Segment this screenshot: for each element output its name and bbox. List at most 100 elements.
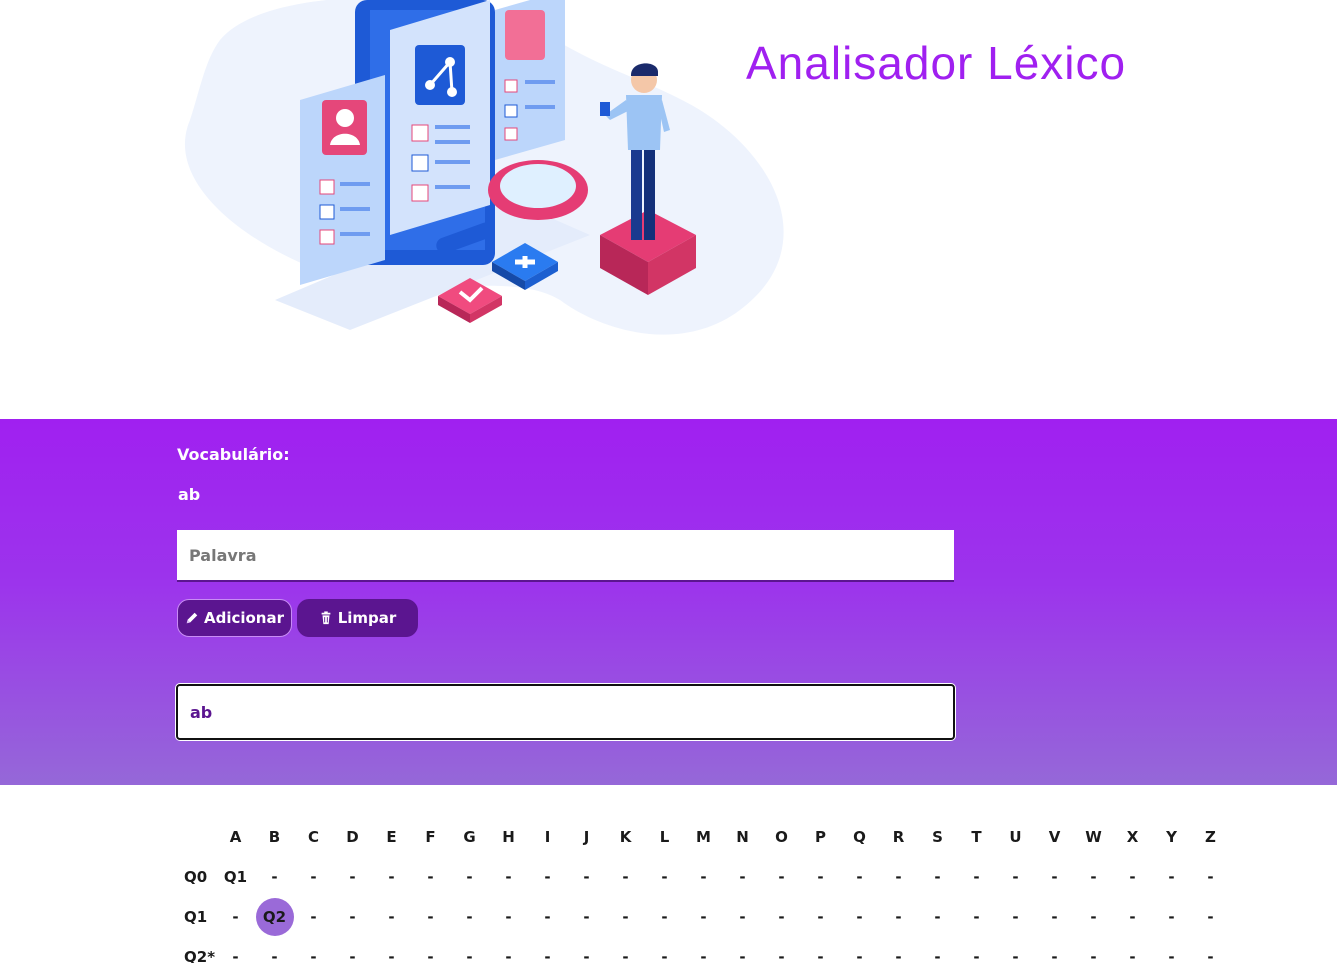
column-header: S <box>932 828 943 846</box>
transition-cell: - <box>739 948 746 963</box>
active-transition-marker: Q2 <box>255 898 294 936</box>
transition-cell: - <box>505 908 512 926</box>
transition-cell: - <box>817 948 824 963</box>
transition-table: A B C D E F G H I J K L M N O P Q R S T U V W X Y Z Q0 Q1 - - - - - - - - -… <box>178 817 1230 963</box>
add-button-label: Adicionar <box>203 609 285 627</box>
transition-cell: - <box>661 948 668 963</box>
column-header: V <box>1048 828 1061 846</box>
transition-cell: - <box>1168 908 1175 926</box>
transition-cell: - <box>427 908 434 926</box>
transition-cell: - <box>622 908 629 926</box>
transition-cell: - <box>388 948 395 963</box>
pencil-icon <box>186 612 198 624</box>
column-header: N <box>736 828 749 846</box>
vocabulary-words: ab <box>178 485 201 504</box>
table-header-row: A B C D E F G H I J K L M N O P Q R S T U V W X Y Z <box>178 817 1230 857</box>
vocabulary-label: Vocabulário: <box>177 445 290 464</box>
clear-button[interactable]: Limpar <box>297 599 418 637</box>
transition-cell: - <box>856 948 863 963</box>
transition-cell: - <box>817 908 824 926</box>
transition-cell: - <box>544 948 551 963</box>
column-header: F <box>425 828 436 846</box>
transition-cell: - <box>310 948 317 963</box>
transition-cell: - <box>1129 868 1136 886</box>
table-row: Q2* - - - - - - - - - - - - - - - - - - - - - - - - - - <box>178 937 1230 963</box>
hero-section: Analisador Léxico <box>0 0 1337 419</box>
transition-cell: - <box>427 948 434 963</box>
clear-button-label: Limpar <box>337 609 397 627</box>
transition-cell: - <box>1207 908 1214 926</box>
column-header: Y <box>1166 828 1177 846</box>
transition-cell: - <box>856 868 863 886</box>
column-header: C <box>307 828 319 846</box>
transition-cell: - <box>1168 948 1175 963</box>
transition-cell: - <box>310 908 317 926</box>
column-header: W <box>1085 828 1102 846</box>
column-header: L <box>659 828 670 846</box>
transition-cell: - <box>895 948 902 963</box>
transition-cell: - <box>232 948 239 963</box>
word-input[interactable] <box>177 530 954 582</box>
column-header: E <box>386 828 397 846</box>
transition-cell: - <box>1207 868 1214 886</box>
transition-cell: - <box>466 908 473 926</box>
transition-cell: - <box>1051 908 1058 926</box>
transition-cell: - <box>1168 868 1175 886</box>
transition-cell: - <box>349 868 356 886</box>
column-header: R <box>892 828 905 846</box>
column-header: G <box>463 828 476 846</box>
transition-cell: - <box>544 908 551 926</box>
trash-icon <box>321 611 331 625</box>
transition-cell: - <box>700 908 707 926</box>
transition-cell: - <box>466 948 473 963</box>
column-header: J <box>583 828 590 846</box>
page-title: Analisador Léxico <box>746 37 1127 89</box>
column-header: U <box>1009 828 1022 846</box>
transition-cell: - <box>271 868 278 886</box>
transition-cell: - <box>661 908 668 926</box>
add-button[interactable]: Adicionar <box>177 599 292 637</box>
transition-cell: - <box>817 868 824 886</box>
transition-cell: - <box>583 908 590 926</box>
transition-cell: - <box>622 868 629 886</box>
transition-cell: - <box>973 908 980 926</box>
column-header: A <box>229 828 242 846</box>
column-header: B <box>268 828 281 846</box>
transition-cell: - <box>778 868 785 886</box>
table-row: Q1- Q2- - - - - - - - - - - - - - - - - - - - - - - - <box>178 897 1230 937</box>
column-header: D <box>346 828 359 846</box>
transition-cell: - <box>934 948 941 963</box>
transition-cell: - <box>739 908 746 926</box>
transition-cell: - <box>466 868 473 886</box>
transition-cell: - <box>349 908 356 926</box>
transition-cell: - <box>1012 868 1019 886</box>
transition-cell: - <box>583 868 590 886</box>
column-header: T <box>971 828 982 846</box>
analysis-illustration <box>184 0 784 335</box>
test-word-input[interactable] <box>176 684 955 740</box>
table-row: Q0 Q1 - - - - - - - - - - - - - - - - - - - - - - - - - <box>178 857 1230 897</box>
transition-cell: Q1 <box>223 868 248 886</box>
transition-cell: - <box>427 868 434 886</box>
transition-cell: - <box>739 868 746 886</box>
transition-cell: - <box>349 948 356 963</box>
transition-cell: - <box>934 868 941 886</box>
transition-cell: - <box>1012 908 1019 926</box>
column-header: M <box>696 828 711 846</box>
transition-cell: - <box>700 868 707 886</box>
transition-cell: - <box>1051 868 1058 886</box>
transition-cell: - <box>934 908 941 926</box>
transition-cell: - <box>1129 908 1136 926</box>
vocabulary-panel: Vocabulário: ab Adicionar Limpar <box>0 419 1337 785</box>
transition-cell: - <box>778 908 785 926</box>
transition-cell: - <box>895 908 902 926</box>
transition-cell: - <box>232 908 239 926</box>
column-header: P <box>815 828 826 846</box>
transition-cell: - <box>661 868 668 886</box>
column-header: H <box>502 828 515 846</box>
transition-cell: - <box>856 908 863 926</box>
column-header: O <box>775 828 788 846</box>
transition-cell: - <box>1090 908 1097 926</box>
transition-cell: - <box>544 868 551 886</box>
transition-cell: - <box>388 908 395 926</box>
